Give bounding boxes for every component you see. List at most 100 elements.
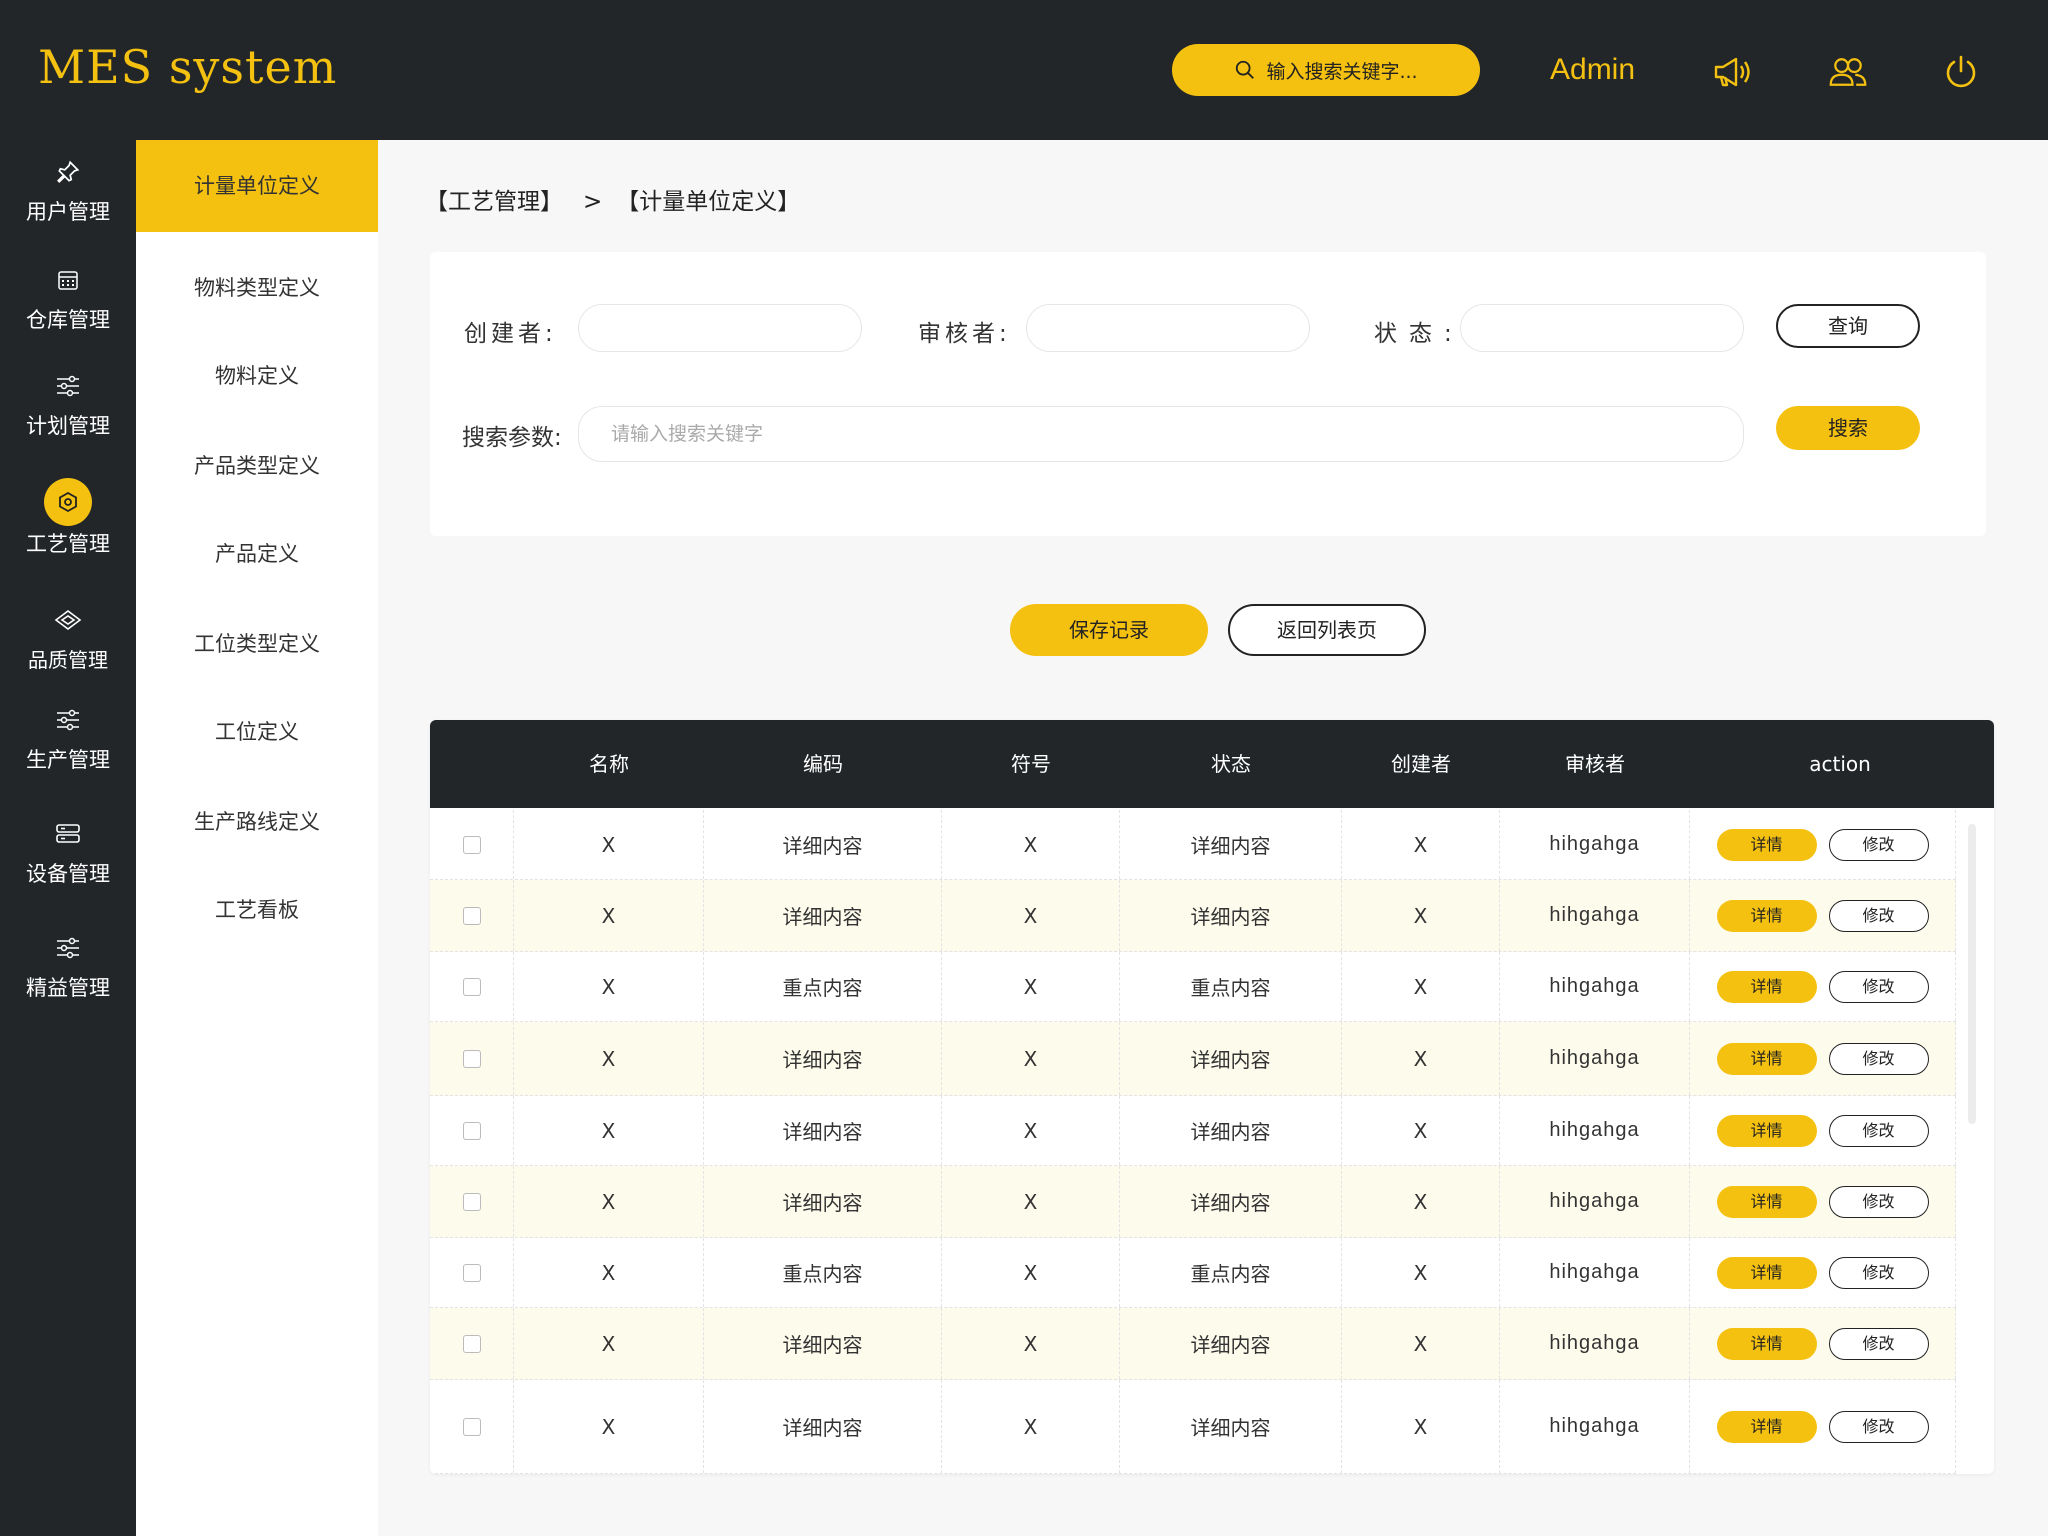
cell-symbol: X	[942, 1166, 1120, 1237]
cell-action: 详情 修改	[1690, 1308, 1956, 1379]
row-checkbox[interactable]	[462, 1121, 481, 1140]
server-icon	[46, 812, 90, 856]
query-button[interactable]: 查询	[1776, 304, 1920, 348]
edit-button[interactable]: 修改	[1828, 1256, 1929, 1289]
cell-status: 重点内容	[1120, 952, 1342, 1021]
cell-name: X	[514, 1238, 704, 1307]
data-table: 名称 编码 符号 状态 创建者 审核者 action X 详细内容 X 详细内容 Xhi…	[430, 720, 1994, 1474]
submenu-item-process-board[interactable]: 工艺看板	[136, 894, 378, 924]
cell-reviewer: hihgahga	[1500, 810, 1690, 879]
detail-button[interactable]: 详情	[1716, 1185, 1817, 1218]
reviewer-label: 审核者:	[918, 321, 1011, 347]
cell-creator: X	[1342, 952, 1500, 1021]
edit-button[interactable]: 修改	[1828, 899, 1929, 932]
column-header-reviewer: 审核者	[1565, 752, 1625, 776]
detail-button[interactable]: 详情	[1716, 1327, 1817, 1360]
cell-creator: X	[1342, 1096, 1500, 1165]
row-checkbox[interactable]	[462, 1263, 481, 1282]
save-record-button[interactable]: 保存记录	[1010, 604, 1208, 656]
detail-button[interactable]: 详情	[1716, 1042, 1817, 1075]
cell-symbol: X	[942, 1380, 1120, 1473]
sliders-icon	[46, 364, 90, 408]
cell-code: 重点内容	[704, 1238, 942, 1307]
sidebar-item-equipment-management[interactable]: 设备管理	[0, 812, 136, 888]
column-header-symbol: 符号	[1011, 752, 1051, 776]
submenu-item-product-type-definition[interactable]: 产品类型定义	[136, 450, 378, 480]
detail-button[interactable]: 详情	[1716, 1256, 1817, 1289]
reviewer-input[interactable]	[1026, 304, 1310, 352]
cell-name: X	[514, 1380, 704, 1473]
breadcrumb-parent[interactable]: 【工艺管理】	[425, 189, 563, 215]
header-search-input[interactable]: 输入搜索关键字...	[1172, 44, 1480, 96]
submenu-item-unit-definition[interactable]: 计量单位定义	[136, 140, 378, 232]
cell-reviewer: hihgahga	[1500, 1166, 1690, 1237]
submenu-item-station-definition[interactable]: 工位定义	[136, 716, 378, 746]
edit-button[interactable]: 修改	[1828, 1185, 1929, 1218]
cell-name: X	[514, 952, 704, 1021]
sidebar-item-lean-management[interactable]: 精益管理	[0, 926, 136, 1002]
app-logo: MES system	[38, 40, 338, 94]
cell-code: 详细内容	[704, 1166, 942, 1237]
cell-creator: X	[1342, 880, 1500, 951]
row-checkbox[interactable]	[462, 835, 481, 854]
user-name[interactable]: Admin	[1550, 53, 1635, 87]
table-row: X 详细内容 X 详细内容 Xhihgahga 详情 修改	[430, 810, 1956, 880]
submenu-item-material-type-definition[interactable]: 物料类型定义	[136, 272, 378, 302]
detail-button[interactable]: 详情	[1716, 970, 1817, 1003]
edit-button[interactable]: 修改	[1828, 970, 1929, 1003]
sidebar-item-quality-management[interactable]: 品质管理	[0, 598, 136, 673]
edit-button[interactable]: 修改	[1828, 1042, 1929, 1075]
sidebar-item-label: 用户管理	[26, 200, 110, 224]
cell-name: X	[514, 810, 704, 879]
row-checkbox[interactable]	[462, 1334, 481, 1353]
row-checkbox[interactable]	[462, 1192, 481, 1211]
row-select-cell	[430, 1096, 514, 1165]
edit-button[interactable]: 修改	[1828, 1114, 1929, 1147]
cell-name: X	[514, 1096, 704, 1165]
row-checkbox[interactable]	[462, 906, 481, 925]
row-checkbox[interactable]	[462, 977, 481, 996]
table-scrollbar[interactable]	[1968, 824, 1976, 1124]
sidebar-item-production-management[interactable]: 生产管理	[0, 698, 136, 774]
cell-code: 详细内容	[704, 810, 942, 879]
row-checkbox[interactable]	[462, 1049, 481, 1068]
submenu-item-material-definition[interactable]: 物料定义	[136, 360, 378, 390]
sidebar-item-process-management[interactable]: 工艺管理	[0, 478, 136, 558]
cell-symbol: X	[942, 880, 1120, 951]
main-sidebar: 用户管理 仓库管理 计划管理 工艺管理 品质管理 生产管理 设备管理 精益管理	[0, 140, 136, 1536]
edit-button[interactable]: 修改	[1828, 828, 1929, 861]
sidebar-item-warehouse-management[interactable]: 仓库管理	[0, 258, 136, 334]
detail-button[interactable]: 详情	[1716, 1410, 1817, 1443]
breadcrumb-separator: >	[583, 189, 603, 215]
submenu-item-production-route-definition[interactable]: 生产路线定义	[136, 806, 378, 836]
cell-status: 详细内容	[1120, 1096, 1342, 1165]
back-to-list-button[interactable]: 返回列表页	[1228, 604, 1426, 656]
search-button[interactable]: 搜索	[1776, 406, 1920, 450]
detail-button[interactable]: 详情	[1716, 1114, 1817, 1147]
row-select-cell	[430, 880, 514, 951]
submenu-item-station-type-definition[interactable]: 工位类型定义	[136, 628, 378, 658]
detail-button[interactable]: 详情	[1716, 899, 1817, 932]
power-icon[interactable]	[1941, 52, 1981, 92]
status-input[interactable]	[1460, 304, 1744, 352]
megaphone-icon[interactable]	[1712, 52, 1752, 92]
creator-input[interactable]	[578, 304, 862, 352]
detail-button[interactable]: 详情	[1716, 828, 1817, 861]
cell-status: 详细内容	[1120, 1022, 1342, 1095]
users-icon[interactable]	[1828, 52, 1868, 92]
status-label: 状态:	[1374, 321, 1464, 347]
cell-code: 重点内容	[704, 952, 942, 1021]
edit-button[interactable]: 修改	[1828, 1327, 1929, 1360]
search-param-label: 搜索参数:	[462, 425, 562, 451]
row-checkbox[interactable]	[462, 1417, 481, 1436]
search-param-input[interactable]: 请输入搜索关键字	[578, 406, 1744, 462]
row-select-cell	[430, 1238, 514, 1307]
sidebar-item-user-management[interactable]: 用户管理	[0, 150, 136, 226]
cell-symbol: X	[942, 1096, 1120, 1165]
submenu-item-product-definition[interactable]: 产品定义	[136, 538, 378, 568]
sidebar-item-plan-management[interactable]: 计划管理	[0, 364, 136, 440]
cell-creator: X	[1342, 1022, 1500, 1095]
cell-action: 详情 修改	[1690, 952, 1956, 1021]
edit-button[interactable]: 修改	[1828, 1410, 1929, 1443]
cell-action: 详情 修改	[1690, 1166, 1956, 1237]
